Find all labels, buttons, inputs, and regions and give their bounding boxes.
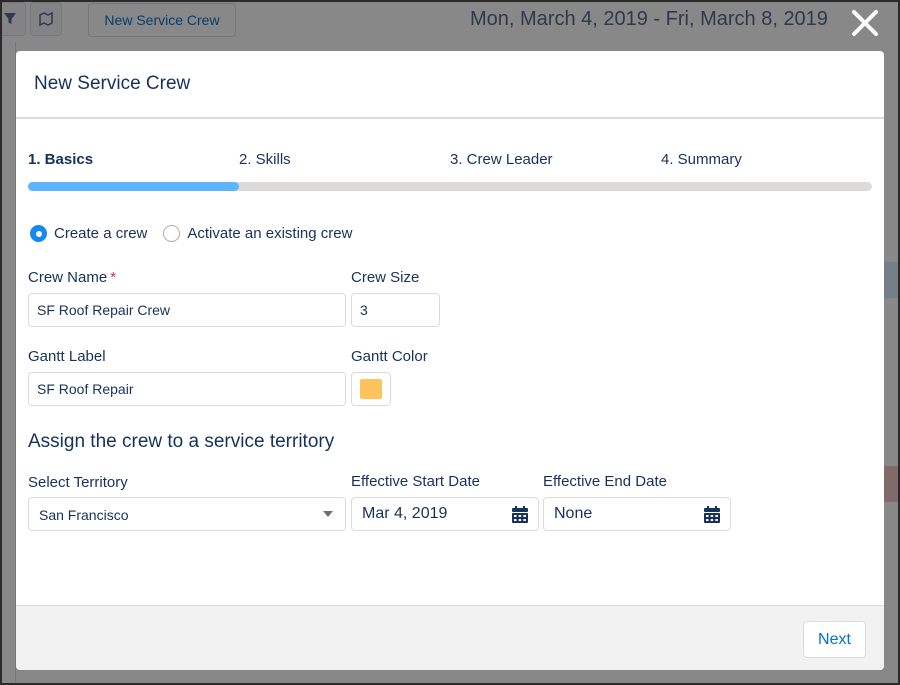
territory-select[interactable]: San Francisco <box>28 497 346 531</box>
step-basics[interactable]: 1. Basics <box>28 151 93 168</box>
new-service-crew-modal: New Service Crew 1. Basics 2. Skills 3. … <box>16 51 884 670</box>
wizard-progress-fill <box>28 182 239 191</box>
effective-start-date-label: Effective Start Date <box>351 473 480 490</box>
effective-start-date-input[interactable]: Mar 4, 2019 <box>351 497 539 531</box>
create-crew-label[interactable]: Create a crew <box>54 225 147 242</box>
effective-end-date-value: None <box>554 505 593 522</box>
crew-size-label: Crew Size <box>351 269 420 286</box>
modal-body: 1. Basics 2. Skills 3. Crew Leader 4. Su… <box>16 119 884 605</box>
step-skills[interactable]: 2. Skills <box>239 151 291 168</box>
effective-end-date-label: Effective End Date <box>543 473 667 490</box>
calendar-icon[interactable] <box>512 506 528 523</box>
territory-select-value: San Francisco <box>39 507 129 523</box>
activate-crew-radio[interactable] <box>163 225 181 242</box>
required-indicator: * <box>110 269 117 286</box>
effective-start-date-value: Mar 4, 2019 <box>362 505 448 522</box>
crew-name-label: Crew Name * <box>28 269 117 286</box>
gantt-color-swatch <box>360 379 382 399</box>
effective-end-date-input[interactable]: None <box>543 497 731 531</box>
modal-footer: Next <box>16 605 884 670</box>
crew-name-input[interactable] <box>28 293 346 327</box>
crew-mode-radio-group: Create a crew Activate an existing crew <box>30 225 368 242</box>
gantt-label-input[interactable] <box>28 372 346 406</box>
step-crew-leader[interactable]: 3. Crew Leader <box>450 151 553 168</box>
next-button[interactable]: Next <box>803 621 866 658</box>
crew-size-input[interactable] <box>351 293 440 327</box>
territory-section-title: Assign the crew to a service territory <box>28 431 335 452</box>
close-button[interactable] <box>846 4 884 42</box>
chevron-down-icon <box>323 511 333 517</box>
modal-title: New Service Crew <box>34 73 191 94</box>
create-crew-radio[interactable] <box>30 225 47 242</box>
activate-crew-label[interactable]: Activate an existing crew <box>187 225 352 242</box>
gantt-label-label: Gantt Label <box>28 348 106 365</box>
gantt-color-picker[interactable] <box>351 372 391 406</box>
step-summary[interactable]: 4. Summary <box>661 151 742 168</box>
modal-header: New Service Crew <box>16 51 884 119</box>
gantt-color-label: Gantt Color <box>351 348 428 365</box>
calendar-icon[interactable] <box>704 506 720 523</box>
wizard-progress-bar <box>28 182 872 191</box>
select-territory-label: Select Territory <box>28 474 128 491</box>
close-icon <box>852 10 878 36</box>
